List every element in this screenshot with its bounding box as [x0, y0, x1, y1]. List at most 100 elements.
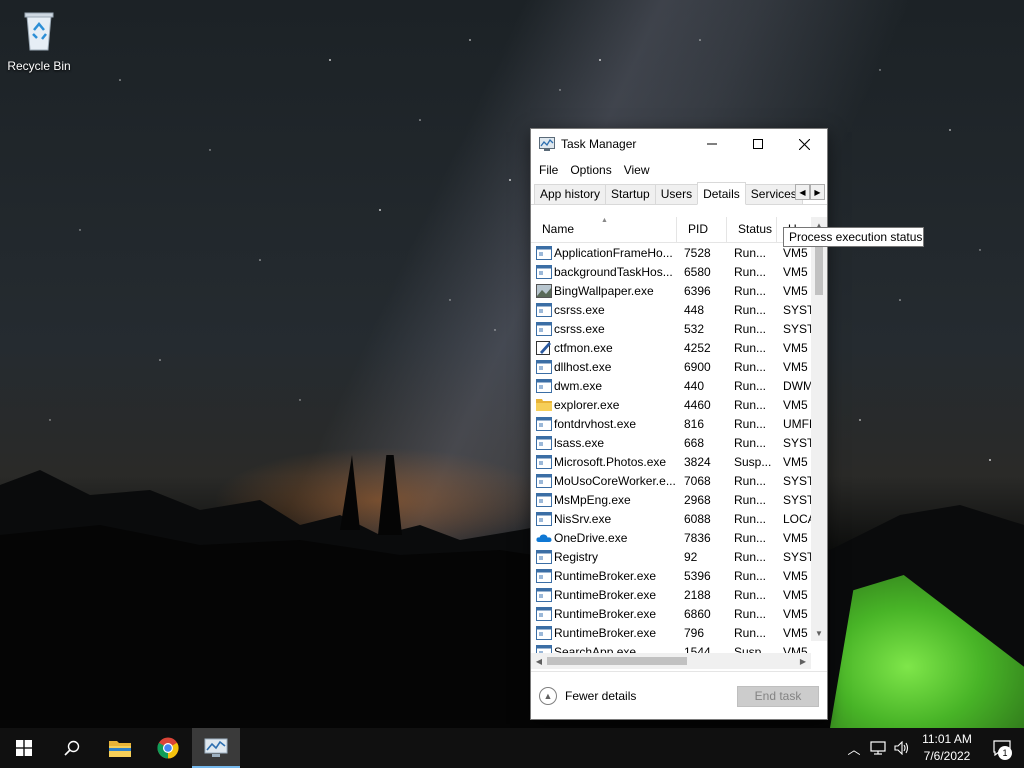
- process-status: Run...: [734, 397, 767, 412]
- table-row[interactable]: Registry 92 Run... SYSTE: [531, 547, 827, 566]
- table-row[interactable]: backgroundTaskHos... 6580 Run... VM5: [531, 262, 827, 281]
- vertical-scrollbar[interactable]: ▲ ▼: [811, 217, 827, 641]
- menu-options[interactable]: Options: [564, 163, 617, 177]
- process-status: Run...: [734, 511, 767, 526]
- tab-app-history[interactable]: App history: [534, 184, 607, 204]
- clock[interactable]: 11:01 AM 7/6/2022: [914, 731, 980, 765]
- table-row[interactable]: fontdrvhost.exe 816 Run... UMFD: [531, 414, 827, 433]
- fewer-details-button[interactable]: ▲ Fewer details: [539, 686, 636, 705]
- process-status: Run...: [734, 340, 767, 355]
- scroll-right-icon[interactable]: ▶: [795, 657, 811, 666]
- table-row[interactable]: MsMpEng.exe 2968 Run... SYSTE: [531, 490, 827, 509]
- table-row[interactable]: dwm.exe 440 Run... DWM: [531, 376, 827, 395]
- horizontal-scrollbar[interactable]: ◀ ▶: [531, 653, 811, 669]
- network-button[interactable]: [866, 728, 890, 768]
- search-button[interactable]: [48, 728, 96, 768]
- volume-button[interactable]: [890, 728, 914, 768]
- column-header-pid[interactable]: PID: [677, 217, 727, 243]
- process-user: VM5: [783, 454, 808, 469]
- table-row[interactable]: RuntimeBroker.exe 6860 Run... VM5: [531, 604, 827, 623]
- horizontal-scroll-thumb[interactable]: [547, 657, 687, 665]
- process-user: SYSTE: [783, 492, 813, 507]
- process-name-cell: Registry: [531, 549, 677, 564]
- clock-time: 11:01 AM: [922, 732, 972, 746]
- speaker-icon: [894, 741, 909, 755]
- table-row[interactable]: NisSrv.exe 6088 Run... LOCA: [531, 509, 827, 528]
- close-button[interactable]: [781, 129, 827, 159]
- minimize-button[interactable]: [689, 129, 735, 159]
- process-status: Run...: [734, 549, 767, 564]
- sort-ascending-icon: ▲: [601, 217, 608, 224]
- app-generic-icon: [536, 264, 552, 279]
- tab-scroll-left-button[interactable]: ◀: [795, 184, 810, 200]
- process-pid: 816: [684, 416, 705, 431]
- app-generic-icon: [536, 454, 552, 469]
- show-hidden-icons-button[interactable]: ︿: [842, 728, 866, 768]
- end-task-button[interactable]: End task: [737, 686, 819, 707]
- process-user: SYSTE: [783, 473, 813, 488]
- app-generic-icon: [536, 568, 552, 583]
- table-row[interactable]: RuntimeBroker.exe 5396 Run... VM5: [531, 566, 827, 585]
- process-name-cell: MsMpEng.exe: [531, 492, 677, 507]
- process-name: RuntimeBroker.exe: [554, 625, 657, 640]
- process-pid: 7528: [684, 245, 711, 260]
- vertical-scroll-thumb[interactable]: [815, 245, 823, 295]
- system-tray: ︿ 11:01 AM 7/6/2022 1: [842, 728, 1024, 768]
- process-name: RuntimeBroker.exe: [554, 587, 657, 602]
- table-row[interactable]: OneDrive.exe 7836 Run... VM5: [531, 528, 827, 547]
- chevron-left-icon: ◀: [799, 187, 806, 197]
- tab-details[interactable]: Details: [697, 182, 746, 205]
- table-row[interactable]: csrss.exe 532 Run... SYSTE: [531, 319, 827, 338]
- chrome-icon: [157, 737, 179, 759]
- process-table: ▲ Name PID Status U ApplicationFrameHo..…: [531, 217, 827, 657]
- menu-file[interactable]: File: [533, 163, 564, 177]
- process-status: Run...: [734, 416, 767, 431]
- title-bar[interactable]: Task Manager: [531, 129, 827, 159]
- table-row[interactable]: dllhost.exe 6900 Run... VM5: [531, 357, 827, 376]
- table-row[interactable]: MoUsoCoreWorker.e... 7068 Run... SYSTE: [531, 471, 827, 490]
- scroll-down-icon[interactable]: ▼: [811, 625, 827, 641]
- column-header-status[interactable]: Status: [727, 217, 777, 243]
- process-name: BingWallpaper.exe: [554, 283, 654, 298]
- recycle-bin-shortcut[interactable]: Recycle Bin: [6, 8, 72, 73]
- start-button[interactable]: [0, 728, 48, 768]
- process-user: LOCA: [783, 511, 813, 526]
- process-pid: 6580: [684, 264, 711, 279]
- app-generic-icon: [536, 378, 552, 393]
- pen-icon: [536, 340, 552, 355]
- chrome-button[interactable]: [144, 728, 192, 768]
- search-icon: [64, 740, 80, 756]
- process-user: VM5: [783, 283, 808, 298]
- maximize-button[interactable]: [735, 129, 781, 159]
- app-generic-icon: [536, 587, 552, 602]
- tab-scroll-right-button[interactable]: ▶: [810, 184, 825, 200]
- process-name: Microsoft.Photos.exe: [554, 454, 667, 469]
- process-user: VM5: [783, 340, 808, 355]
- process-user: VM5: [783, 606, 808, 621]
- process-name-cell: RuntimeBroker.exe: [531, 625, 677, 640]
- table-row[interactable]: BingWallpaper.exe 6396 Run... VM5: [531, 281, 827, 300]
- process-user: VM5: [783, 264, 808, 279]
- task-manager-window: Task Manager File Options View App histo…: [530, 128, 828, 720]
- menu-view[interactable]: View: [618, 163, 656, 177]
- process-name-cell: csrss.exe: [531, 321, 677, 336]
- scroll-left-icon[interactable]: ◀: [531, 657, 547, 666]
- table-row[interactable]: RuntimeBroker.exe 2188 Run... VM5: [531, 585, 827, 604]
- table-row[interactable]: explorer.exe 4460 Run... VM5: [531, 395, 827, 414]
- process-status: Run...: [734, 587, 767, 602]
- action-center-button[interactable]: 1: [980, 728, 1024, 768]
- process-status: Run...: [734, 321, 767, 336]
- table-row[interactable]: lsass.exe 668 Run... SYSTE: [531, 433, 827, 452]
- tab-users[interactable]: Users: [654, 184, 699, 204]
- table-row[interactable]: ctfmon.exe 4252 Run... VM5: [531, 338, 827, 357]
- app-generic-icon: [536, 435, 552, 450]
- table-row[interactable]: RuntimeBroker.exe 796 Run... VM5: [531, 623, 827, 642]
- process-pid: 532: [684, 321, 705, 336]
- table-row[interactable]: Microsoft.Photos.exe 3824 Susp... VM5: [531, 452, 827, 471]
- app-generic-icon: [536, 302, 552, 317]
- process-name: csrss.exe: [554, 302, 605, 317]
- file-explorer-button[interactable]: [96, 728, 144, 768]
- tab-startup[interactable]: Startup: [605, 184, 656, 204]
- table-row[interactable]: csrss.exe 448 Run... SYSTE: [531, 300, 827, 319]
- task-manager-taskbar-button[interactable]: [192, 728, 240, 768]
